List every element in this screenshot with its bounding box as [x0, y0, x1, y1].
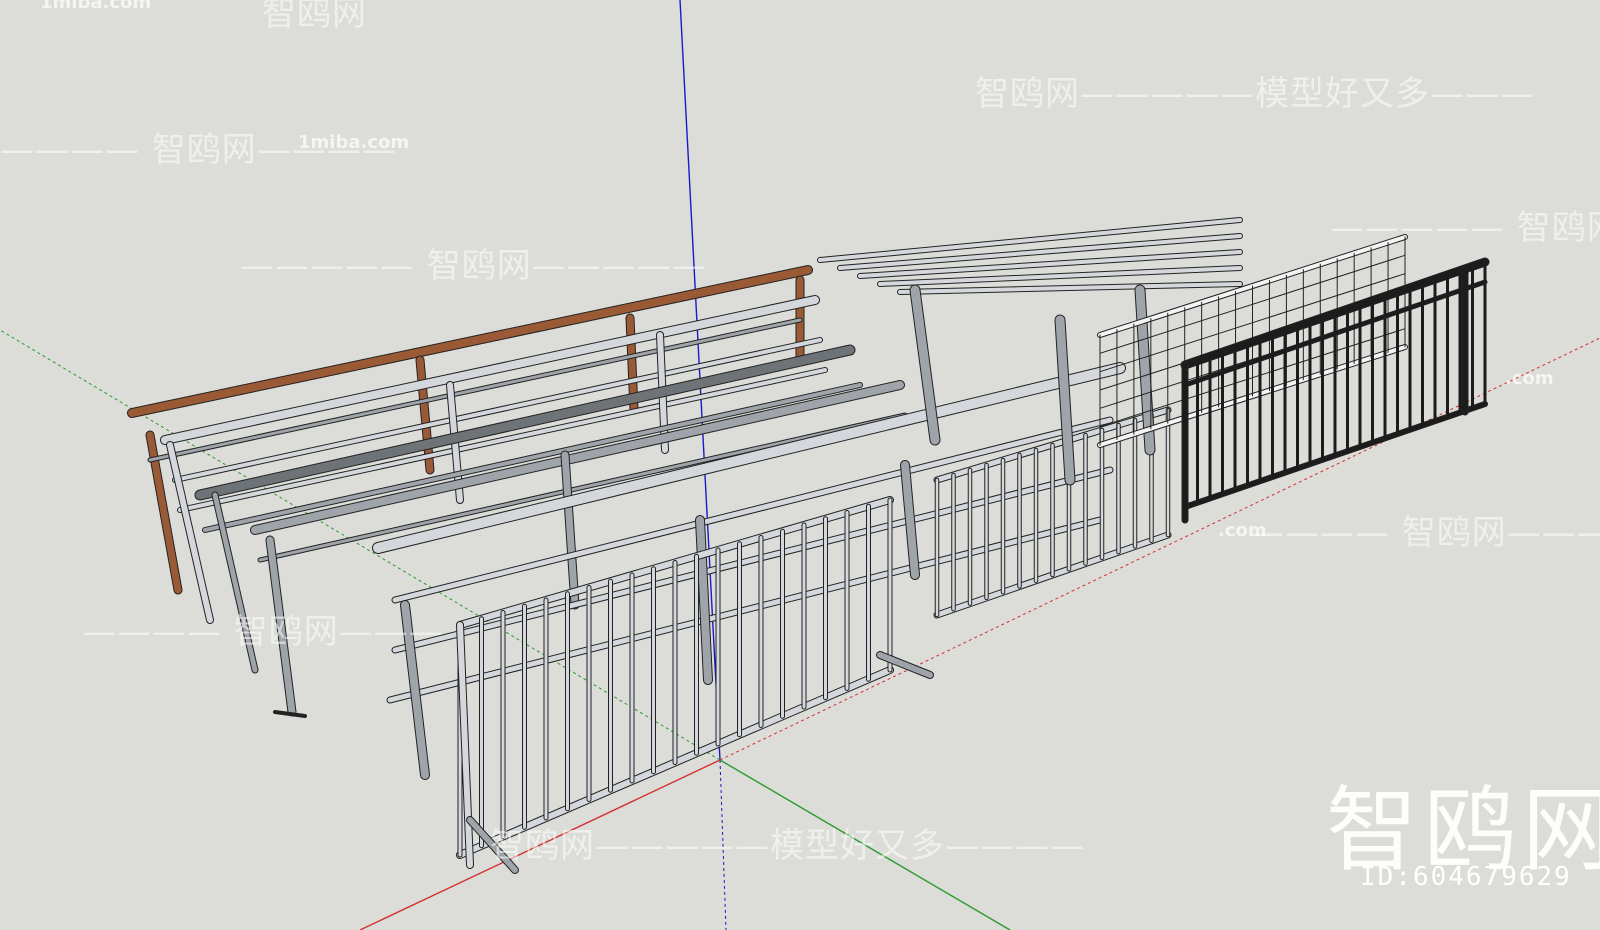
posted-rail-post-b	[561, 451, 579, 609]
slat-panel-post-b	[1055, 315, 1075, 485]
red-axis	[359, 759, 721, 930]
slat-panel-post-c	[1135, 285, 1155, 455]
sketchup-viewport[interactable]: 1miba.com 智鸥网 智鸥网—————模型好又多——— 1miba.com…	[0, 0, 1600, 930]
posted-rail-foot	[273, 710, 307, 718]
blue-axis-lower	[719, 759, 727, 930]
tube-railing-low	[178, 368, 827, 512]
fence-models-scene[interactable]	[0, 0, 1600, 930]
green-axis	[719, 759, 1011, 930]
posted-rail-post-a	[266, 536, 296, 716]
fence-group	[127, 217, 1490, 874]
barrier-post-1	[696, 516, 712, 684]
barrier-rail-3	[387, 517, 1103, 703]
barrier-post-2	[901, 461, 919, 579]
posted-rail-mid	[258, 413, 907, 562]
